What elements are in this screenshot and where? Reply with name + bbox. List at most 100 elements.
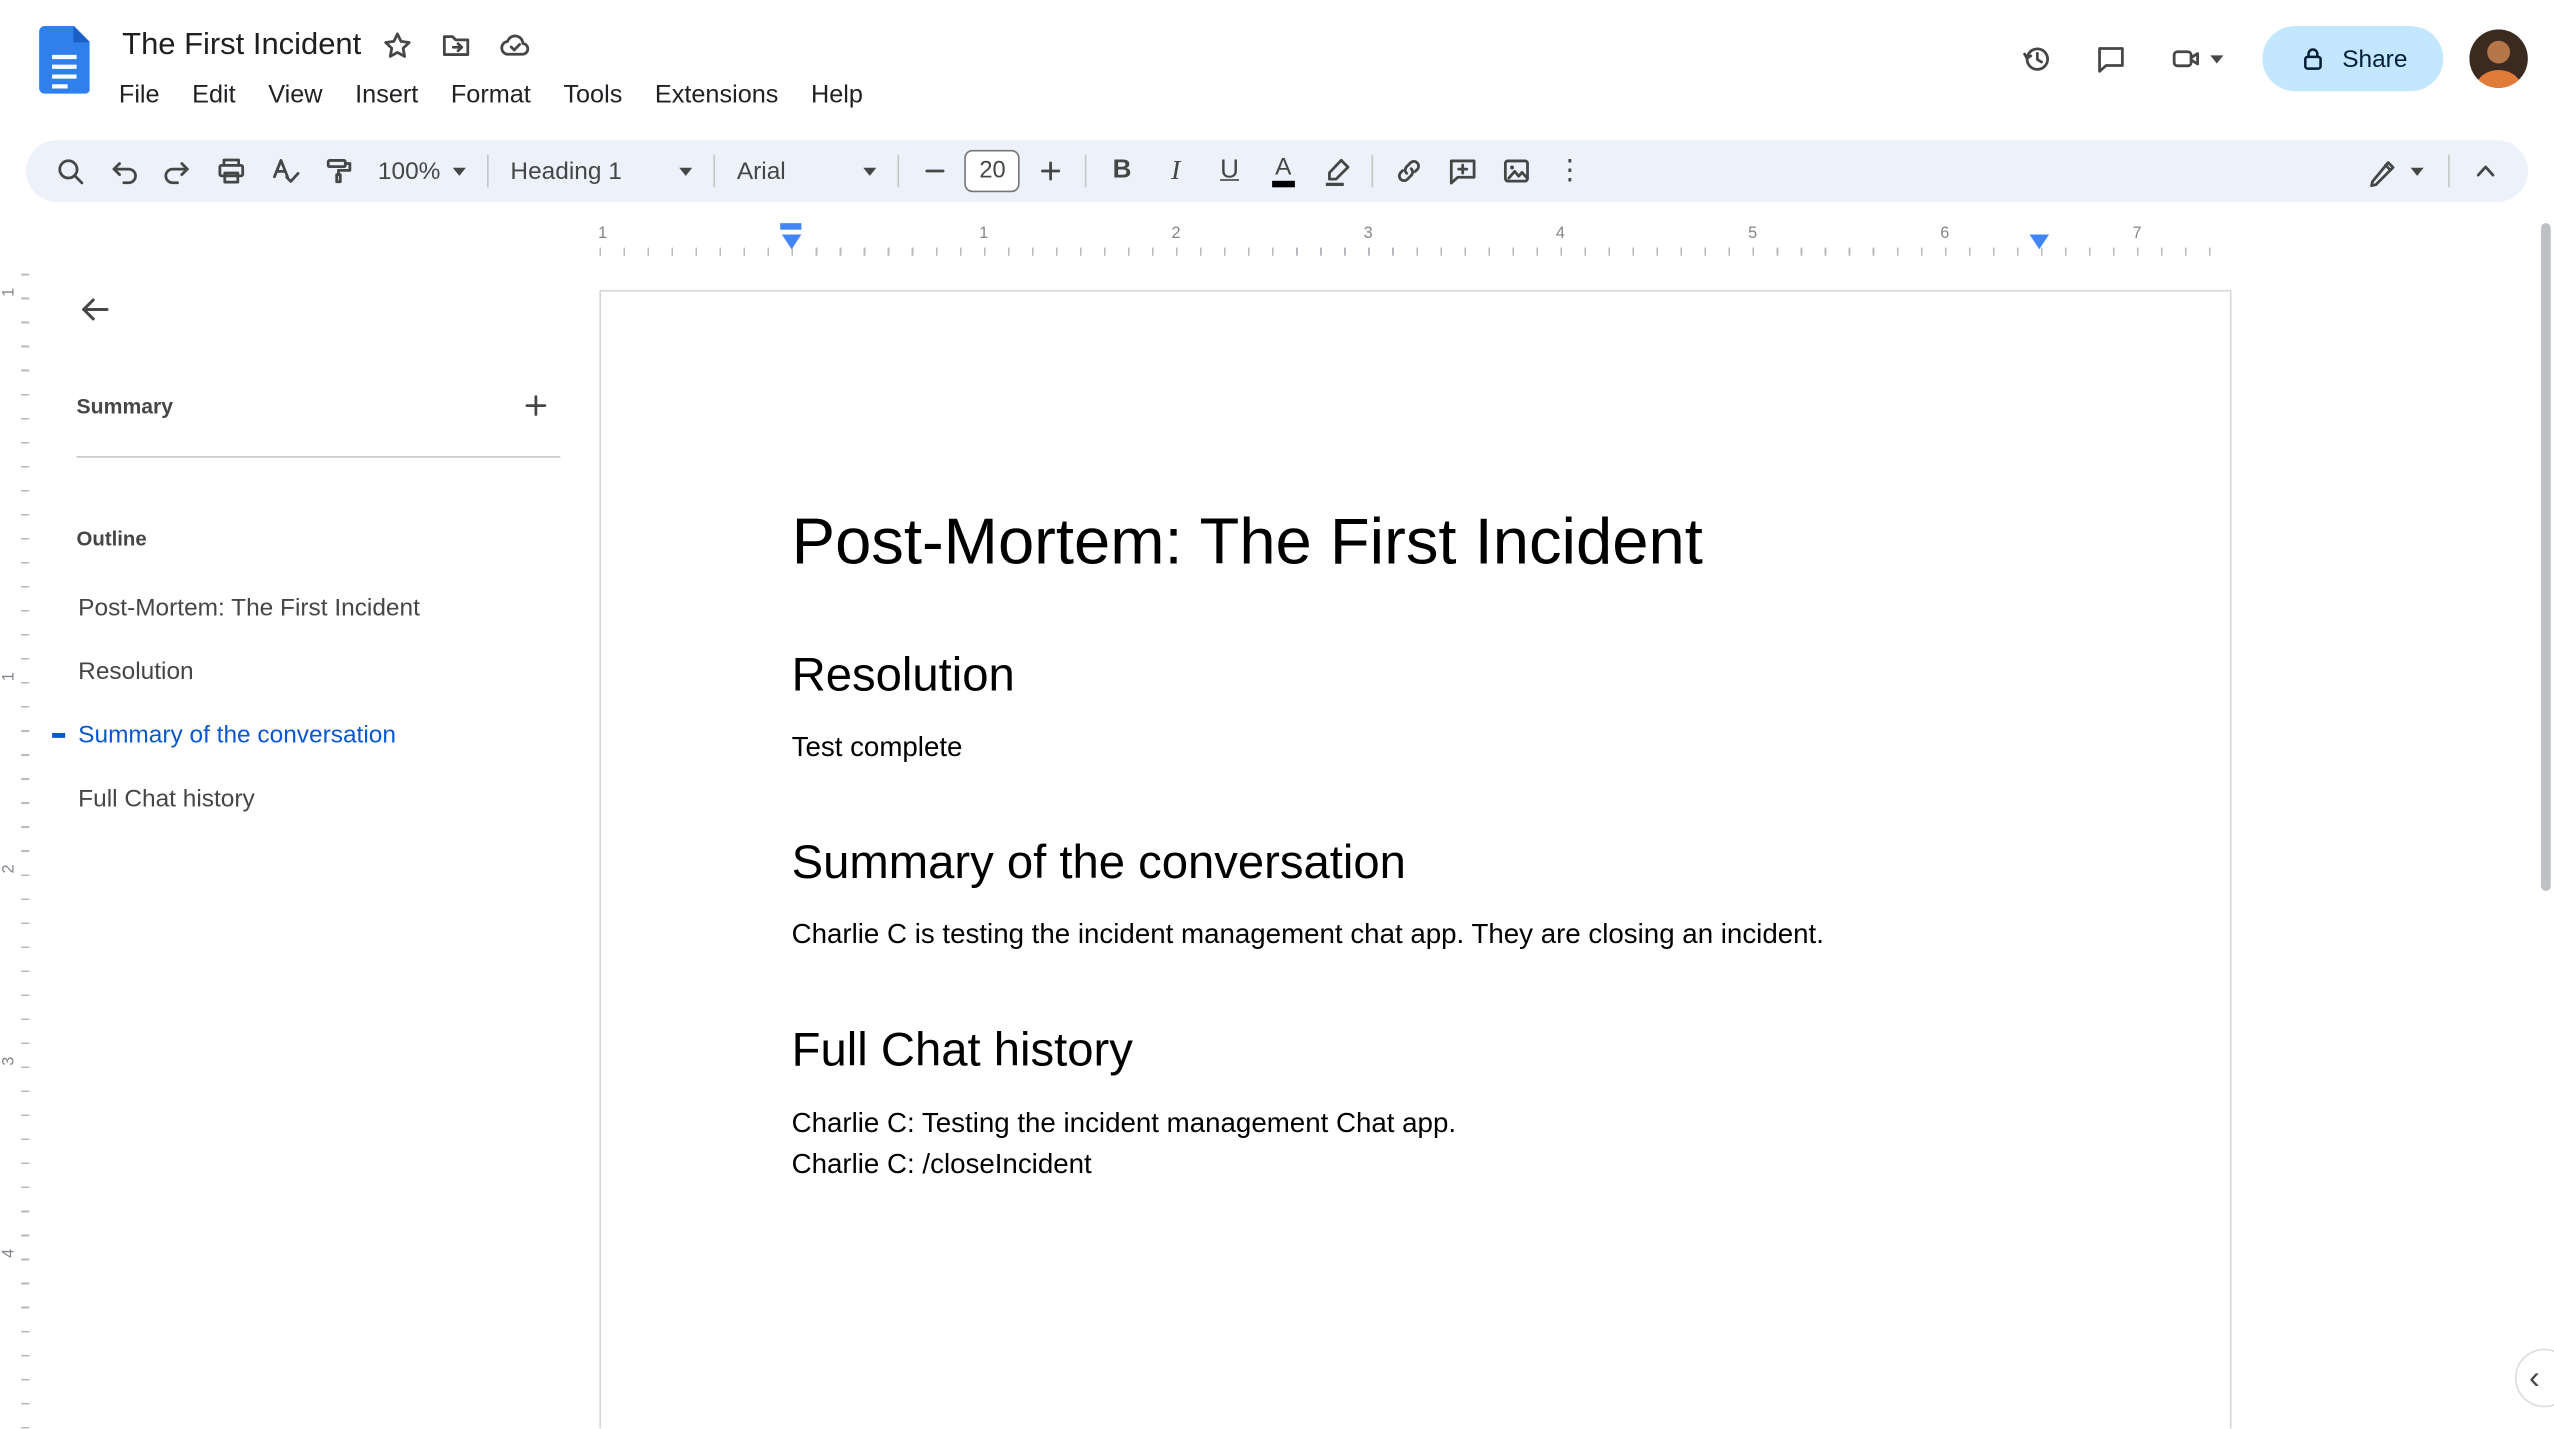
search-menus-button[interactable] xyxy=(42,147,96,196)
spell-check-button[interactable] xyxy=(257,147,311,196)
chevron-left-icon: ‹ xyxy=(2529,1360,2540,1396)
comments-button[interactable] xyxy=(2078,26,2143,91)
right-indent-marker[interactable] xyxy=(2029,234,2050,250)
title-block: The First Incident File Edit View Insert… xyxy=(119,0,879,121)
menu-insert[interactable]: Insert xyxy=(339,77,435,116)
move-folder-icon[interactable] xyxy=(430,20,482,72)
collapse-side-panel-button[interactable]: ‹ xyxy=(2514,1348,2554,1408)
docs-logo-icon[interactable] xyxy=(39,26,91,103)
ruler-number: 1 xyxy=(0,668,19,685)
horizontal-ruler[interactable]: 1 1 2 3 4 5 6 7 xyxy=(593,221,2232,256)
menu-view[interactable]: View xyxy=(252,77,339,116)
paint-format-button[interactable] xyxy=(311,147,365,196)
menu-bar: File Edit View Insert Format Tools Exten… xyxy=(103,72,880,121)
ruler-number: 3 xyxy=(0,1053,19,1069)
italic-glyph: I xyxy=(1171,154,1181,186)
menu-format[interactable]: Format xyxy=(435,77,548,116)
document-heading-1[interactable]: Post-Mortem: The First Incident xyxy=(792,503,2041,581)
highlight-color-button[interactable] xyxy=(1310,147,1364,196)
chevron-down-icon xyxy=(2210,54,2224,63)
font-value: Arial xyxy=(736,157,786,185)
document-page[interactable]: Post-Mortem: The First Incident Resoluti… xyxy=(599,289,2232,1429)
font-family-select[interactable]: Arial xyxy=(724,147,890,196)
ruler-number: 1 xyxy=(0,284,19,301)
summary-label: Summary xyxy=(76,393,174,418)
print-button[interactable] xyxy=(204,147,258,196)
toolbar-divider xyxy=(714,154,716,188)
document-paragraph[interactable]: Charlie C is testing the incident manage… xyxy=(792,916,2041,957)
add-summary-button[interactable] xyxy=(511,381,560,430)
ruler-number: 1 xyxy=(974,224,994,243)
toolbar: 100% Heading 1 Arial 20 B I U A ⋮ xyxy=(26,140,2528,202)
document-heading-2[interactable]: Resolution xyxy=(792,647,2041,706)
account-avatar[interactable] xyxy=(2469,29,2528,88)
outline-list: Post-Mortem: The First Incident Resoluti… xyxy=(52,577,560,831)
outline-label: Outline xyxy=(76,527,147,551)
join-call-button[interactable] xyxy=(2153,26,2239,91)
document-title[interactable]: The First Incident xyxy=(119,28,365,64)
menu-extensions[interactable]: Extensions xyxy=(639,77,795,116)
document-paragraph[interactable]: Charlie C: /closeIncident xyxy=(792,1145,2041,1186)
insert-image-button[interactable] xyxy=(1489,147,1543,196)
bold-glyph: B xyxy=(1112,156,1132,185)
kebab-icon: ⋮ xyxy=(1556,154,1584,186)
document-paragraph[interactable]: Charlie C: Testing the incident manageme… xyxy=(792,1104,2041,1145)
google-docs-window: The First Incident File Edit View Insert… xyxy=(0,0,2554,1429)
menu-edit[interactable]: Edit xyxy=(176,77,252,116)
menu-help[interactable]: Help xyxy=(795,77,880,116)
bold-button[interactable]: B xyxy=(1095,147,1149,196)
editing-mode-button[interactable] xyxy=(2350,147,2440,196)
ruler-number: 2 xyxy=(1166,224,1186,243)
insert-link-button[interactable] xyxy=(1382,147,1436,196)
document-paragraph[interactable]: Test complete xyxy=(792,728,2041,769)
increase-font-size-button[interactable] xyxy=(1024,147,1078,196)
outline-item[interactable]: Post-Mortem: The First Incident xyxy=(52,577,560,641)
document-heading-2[interactable]: Full Chat history xyxy=(792,1022,2041,1081)
more-options-button[interactable]: ⋮ xyxy=(1543,147,1597,196)
style-value: Heading 1 xyxy=(510,157,622,185)
zoom-select[interactable]: 100% xyxy=(365,147,480,196)
ruler-number: 4 xyxy=(0,1245,19,1262)
italic-button[interactable]: I xyxy=(1149,147,1203,196)
menu-tools[interactable]: Tools xyxy=(547,77,639,116)
decrease-font-size-button[interactable] xyxy=(908,147,962,196)
summary-row: Summary xyxy=(77,381,561,430)
share-button[interactable]: Share xyxy=(2262,26,2444,92)
text-color-icon: A xyxy=(1271,155,1295,187)
text-color-button[interactable]: A xyxy=(1256,147,1310,196)
ruler-number: 7 xyxy=(2127,224,2147,243)
undo-button[interactable] xyxy=(96,147,150,196)
left-indent-marker[interactable] xyxy=(781,234,802,250)
close-outline-button[interactable] xyxy=(65,280,124,339)
chevron-down-icon xyxy=(2410,166,2424,176)
vertical-scrollbar[interactable] xyxy=(2540,223,2551,891)
redo-button[interactable] xyxy=(150,147,204,196)
document-heading-2[interactable]: Summary of the conversation xyxy=(792,834,2041,893)
add-comment-button[interactable] xyxy=(1436,147,1490,196)
chevron-down-icon xyxy=(453,166,467,176)
outline-item[interactable]: Resolution xyxy=(52,640,560,704)
ruler-number: 1 xyxy=(593,224,613,243)
font-size-input[interactable]: 20 xyxy=(964,149,1021,193)
underline-button[interactable]: U xyxy=(1203,147,1257,196)
ruler-number: 5 xyxy=(1743,224,1763,243)
menu-file[interactable]: File xyxy=(103,77,176,116)
toolbar-divider xyxy=(898,154,900,188)
divider xyxy=(76,456,561,458)
chevron-down-icon xyxy=(863,166,877,176)
toolbar-divider xyxy=(1372,154,1374,188)
cloud-status-icon[interactable] xyxy=(488,20,540,72)
first-line-indent-marker[interactable] xyxy=(780,223,802,230)
outline-item[interactable]: Summary of the conversation xyxy=(52,704,560,768)
toolbar-divider xyxy=(487,154,490,188)
vertical-ruler[interactable]: 1 1 2 3 4 xyxy=(0,273,30,1429)
hide-menus-button[interactable] xyxy=(2458,147,2512,196)
paragraph-style-select[interactable]: Heading 1 xyxy=(497,147,705,196)
ruler-number: 6 xyxy=(1935,224,1955,243)
ruler-number: 3 xyxy=(1358,224,1378,243)
document-content: Post-Mortem: The First Incident Resoluti… xyxy=(601,292,2230,1186)
toolbar-divider xyxy=(2448,154,2450,188)
star-button[interactable] xyxy=(371,20,423,72)
outline-item[interactable]: Full Chat history xyxy=(52,767,560,831)
version-history-button[interactable] xyxy=(2003,26,2068,91)
